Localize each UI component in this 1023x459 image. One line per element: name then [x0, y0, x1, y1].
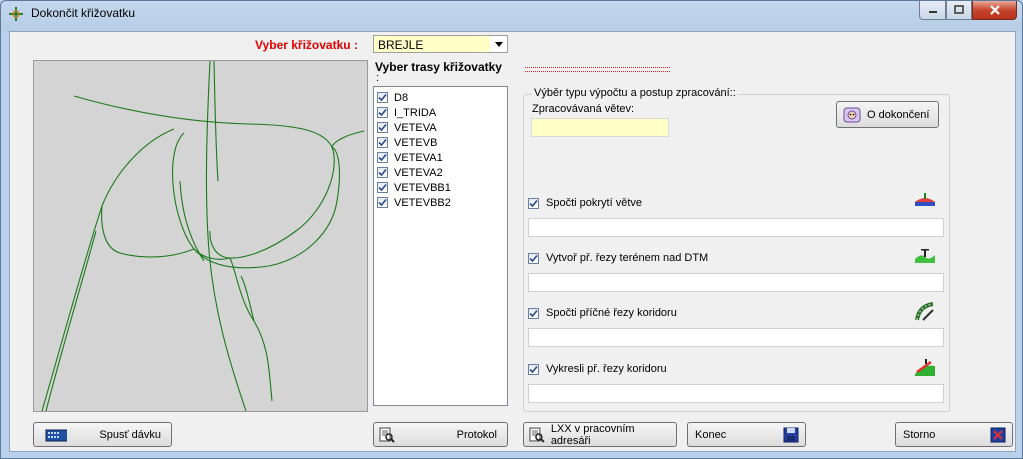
checkmark-icon: [529, 309, 538, 317]
routes-list[interactable]: D8 I_TRIDA VETEVA VETEVB VETEVA1 VETEVA2: [373, 86, 508, 406]
maximize-icon: [954, 5, 964, 14]
junction-select[interactable]: BREJLE: [373, 35, 508, 53]
junction-label: Vyber křižovatku :: [255, 38, 358, 52]
surface-cover-icon: [915, 193, 935, 206]
minimize-icon: [928, 11, 937, 13]
save-disk-icon: [783, 427, 799, 442]
route-item-veteva1[interactable]: VETEVA1: [377, 150, 443, 165]
option-checkbox[interactable]: [528, 197, 539, 209]
cancel-label: Storno: [903, 428, 936, 441]
junction-map: [33, 60, 368, 412]
route-item-i-trida[interactable]: I_TRIDA: [377, 105, 436, 120]
window: Dokončit křižovatku Vyber křižovatku : B…: [0, 0, 1023, 459]
draw-section-icon: [915, 359, 935, 376]
route-checkbox[interactable]: [377, 122, 388, 133]
route-label: I_TRIDA: [394, 106, 437, 119]
route-label: VETEVB: [394, 136, 438, 149]
document-magnifier-icon: [529, 427, 545, 443]
checkmark-icon: [529, 254, 538, 262]
routes-label: Vyber trasy křižovatky: [375, 60, 502, 74]
terrain-section-icon: [915, 249, 935, 263]
checkmark-icon: [378, 153, 387, 162]
run-batch-label: Spusť dávku: [99, 428, 161, 441]
route-checkbox[interactable]: [377, 137, 388, 148]
option-corridor-sections[interactable]: Spočti příčné řezy koridoru: [528, 307, 677, 319]
checkmark-icon: [378, 183, 387, 192]
processing-group-title: Výběr typu výpočtu a postup zpracování::: [532, 87, 738, 99]
route-item-vetevbb1[interactable]: VETEVBB1: [377, 180, 451, 195]
app-icon: [9, 7, 23, 21]
route-checkbox[interactable]: [377, 197, 388, 208]
route-checkbox[interactable]: [377, 167, 388, 178]
junction-select-value: BREJLE: [378, 38, 424, 52]
option-coverage[interactable]: Spočti pokrytí větve: [528, 197, 642, 209]
about-button[interactable]: O dokončení: [836, 101, 939, 128]
checkmark-icon: [378, 108, 387, 117]
route-label: VETEVBB2: [394, 196, 451, 209]
option-progress-field: [528, 384, 944, 403]
document-magnifier-icon: [379, 427, 395, 443]
info-face-icon: [843, 107, 861, 122]
window-title: Dokončit křižovatku: [31, 6, 136, 20]
finish-label: Konec: [695, 428, 727, 441]
route-label: VETEVBB1: [394, 181, 451, 194]
route-item-d8[interactable]: D8: [377, 90, 408, 105]
close-button[interactable]: [972, 1, 1017, 20]
minimize-button[interactable]: [919, 1, 946, 20]
checkmark-icon: [378, 198, 387, 207]
option-progress-field: [528, 328, 944, 347]
option-label: Vykresli př. řezy koridoru: [546, 363, 667, 375]
corridor-section-icon: [915, 302, 934, 321]
branch-label: Zpracovávaná větev:: [532, 103, 635, 115]
checkmark-icon: [529, 365, 538, 373]
route-label: VETEVA: [394, 121, 437, 134]
option-label: Spočti příčné řezy koridoru: [546, 307, 677, 319]
dropdown-button[interactable]: [490, 36, 507, 52]
about-button-label: O dokončení: [867, 108, 930, 121]
separator-dotted: [525, 67, 670, 72]
route-checkbox[interactable]: [377, 152, 388, 163]
chevron-down-icon: [494, 41, 503, 47]
route-checkbox[interactable]: [377, 107, 388, 118]
option-checkbox[interactable]: [528, 307, 539, 319]
option-checkbox[interactable]: [528, 252, 539, 264]
route-checkbox[interactable]: [377, 182, 388, 193]
option-checkbox[interactable]: [528, 363, 539, 375]
junction-drawing: [41, 60, 365, 412]
checkmark-icon: [378, 138, 387, 147]
finish-button[interactable]: Konec: [687, 422, 806, 447]
keyboard-icon: [45, 429, 67, 441]
lxx-label: LXX v pracovním adresáři: [550, 422, 635, 447]
cancel-x-icon: [990, 427, 1006, 442]
title-bar[interactable]: Dokončit křižovatku: [1, 1, 1022, 27]
dialog-body: Vyber křižovatku : BREJLE Vyber trasy kř…: [9, 31, 1016, 452]
checkmark-icon: [378, 93, 387, 102]
route-item-veteva[interactable]: VETEVA: [377, 120, 437, 135]
option-label: Spočti pokrytí větve: [546, 197, 642, 209]
close-icon: [989, 5, 1000, 15]
route-item-veteva2[interactable]: VETEVA2: [377, 165, 443, 180]
route-item-vetevb[interactable]: VETEVB: [377, 135, 437, 150]
option-draw-sections[interactable]: Vykresli př. řezy koridoru: [528, 363, 667, 375]
route-item-vetevbb2[interactable]: VETEVBB2: [377, 195, 451, 210]
checkmark-icon: [378, 168, 387, 177]
cancel-button[interactable]: Storno: [895, 422, 1013, 447]
protocol-button[interactable]: Protokol: [373, 422, 508, 447]
option-terrain-sections[interactable]: Vytvoř př. řezy terénem nad DTM: [528, 252, 708, 264]
branch-field[interactable]: [531, 118, 669, 137]
option-label: Vytvoř př. řezy terénem nad DTM: [546, 252, 709, 264]
option-progress-field: [528, 218, 944, 237]
maximize-button[interactable]: [946, 1, 972, 20]
route-label: VETEVA2: [394, 166, 443, 179]
protocol-label: Protokol: [456, 428, 497, 441]
option-progress-field: [528, 273, 944, 292]
route-label: D8: [394, 91, 409, 104]
route-checkbox[interactable]: [377, 92, 388, 103]
checkmark-icon: [378, 123, 387, 132]
lxx-button[interactable]: LXX v pracovním adresáři: [523, 422, 677, 447]
checkmark-icon: [529, 199, 538, 207]
routes-label-colon: :: [376, 72, 380, 84]
run-batch-button[interactable]: Spusť dávku: [33, 422, 172, 447]
route-label: VETEVA1: [394, 151, 443, 164]
